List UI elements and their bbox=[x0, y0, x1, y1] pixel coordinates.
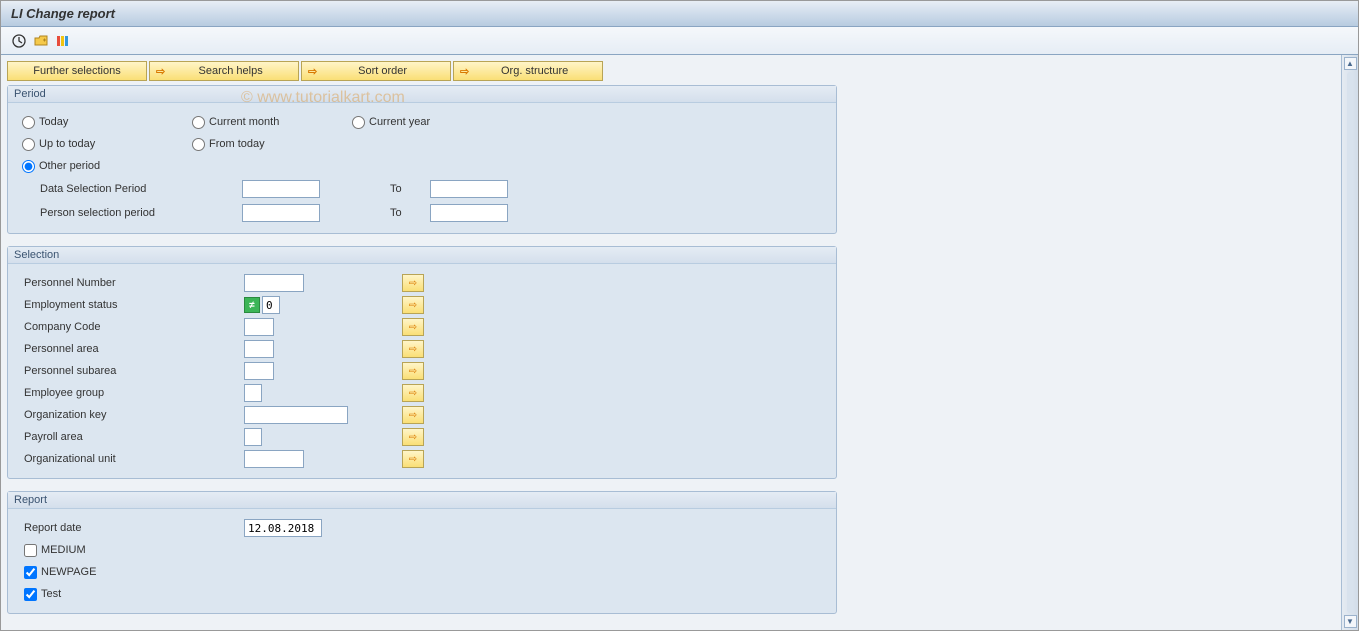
action-button-row: Further selections ⇨ Search helps ⇨ Sort… bbox=[7, 61, 1335, 81]
arrow-right-icon: ⇨ bbox=[409, 454, 417, 465]
content-area: © www.tutorialkart.com Further selection… bbox=[1, 55, 1341, 630]
execute-icon[interactable] bbox=[11, 33, 27, 49]
from-today-label: From today bbox=[209, 138, 265, 150]
newpage-label: NEWPAGE bbox=[41, 566, 96, 578]
arrow-right-icon: ⇨ bbox=[409, 278, 417, 289]
get-variant-icon[interactable] bbox=[33, 33, 49, 49]
title-bar: LI Change report bbox=[1, 1, 1358, 27]
organizational-unit-input[interactable] bbox=[244, 450, 304, 468]
arrow-right-icon: ⇨ bbox=[156, 65, 165, 78]
company-code-label: Company Code bbox=[22, 321, 244, 333]
not-equal-icon[interactable]: ≠ bbox=[244, 297, 260, 313]
data-selection-from-input[interactable] bbox=[242, 180, 320, 198]
from-today-radio[interactable] bbox=[192, 138, 205, 151]
vertical-scrollbar[interactable]: ▲ ▼ bbox=[1341, 55, 1358, 630]
organizational-unit-label: Organizational unit bbox=[22, 453, 244, 465]
button-label: Further selections bbox=[33, 65, 120, 77]
payroll-area-input[interactable] bbox=[244, 428, 262, 446]
up-to-today-radio[interactable] bbox=[22, 138, 35, 151]
multiple-selection-button[interactable]: ⇨ bbox=[402, 384, 424, 402]
scroll-up-button[interactable]: ▲ bbox=[1344, 57, 1357, 70]
to-label: To bbox=[390, 183, 430, 195]
other-period-label: Other period bbox=[39, 160, 100, 172]
multiple-selection-button[interactable]: ⇨ bbox=[402, 428, 424, 446]
arrow-right-icon: ⇨ bbox=[409, 432, 417, 443]
multiple-selection-button[interactable]: ⇨ bbox=[402, 318, 424, 336]
employment-status-label: Employment status bbox=[22, 299, 244, 311]
current-year-radio[interactable] bbox=[352, 116, 365, 129]
button-label: Search helps bbox=[169, 65, 292, 77]
current-year-label: Current year bbox=[369, 116, 430, 128]
scroll-track[interactable] bbox=[1347, 72, 1353, 613]
arrow-right-icon: ⇨ bbox=[409, 344, 417, 355]
multiple-selection-button[interactable]: ⇨ bbox=[402, 274, 424, 292]
report-date-label: Report date bbox=[22, 522, 244, 534]
employment-status-input[interactable] bbox=[262, 296, 280, 314]
payroll-area-label: Payroll area bbox=[22, 431, 244, 443]
page-title: LI Change report bbox=[11, 6, 115, 21]
personnel-subarea-input[interactable] bbox=[244, 362, 274, 380]
company-code-input[interactable] bbox=[244, 318, 274, 336]
search-helps-button[interactable]: ⇨ Search helps bbox=[149, 61, 299, 81]
period-group: Period Today Current month Current year bbox=[7, 85, 837, 234]
arrow-right-icon: ⇨ bbox=[409, 366, 417, 377]
scroll-down-button[interactable]: ▼ bbox=[1344, 615, 1357, 628]
report-date-input[interactable] bbox=[244, 519, 322, 537]
person-selection-label: Person selection period bbox=[22, 207, 242, 219]
data-selection-to-input[interactable] bbox=[430, 180, 508, 198]
app-toolbar bbox=[1, 27, 1358, 55]
selection-options-icon[interactable] bbox=[55, 33, 71, 49]
sort-order-button[interactable]: ⇨ Sort order bbox=[301, 61, 451, 81]
further-selections-button[interactable]: Further selections bbox=[7, 61, 147, 81]
arrow-right-icon: ⇨ bbox=[460, 65, 469, 78]
employee-group-input[interactable] bbox=[244, 384, 262, 402]
multiple-selection-button[interactable]: ⇨ bbox=[402, 340, 424, 358]
organization-key-label: Organization key bbox=[22, 409, 244, 421]
person-selection-from-input[interactable] bbox=[242, 204, 320, 222]
current-month-radio[interactable] bbox=[192, 116, 205, 129]
multiple-selection-button[interactable]: ⇨ bbox=[402, 406, 424, 424]
button-label: Sort order bbox=[321, 65, 444, 77]
personnel-number-label: Personnel Number bbox=[22, 277, 244, 289]
personnel-subarea-label: Personnel subarea bbox=[22, 365, 244, 377]
group-title: Report bbox=[8, 492, 836, 509]
organization-key-input[interactable] bbox=[244, 406, 348, 424]
other-period-radio[interactable] bbox=[22, 160, 35, 173]
arrow-right-icon: ⇨ bbox=[409, 388, 417, 399]
to-label: To bbox=[390, 207, 430, 219]
multiple-selection-button[interactable]: ⇨ bbox=[402, 362, 424, 380]
group-title: Period bbox=[8, 86, 836, 103]
today-label: Today bbox=[39, 116, 68, 128]
personnel-area-label: Personnel area bbox=[22, 343, 244, 355]
newpage-checkbox[interactable] bbox=[24, 566, 37, 579]
medium-checkbox[interactable] bbox=[24, 544, 37, 557]
group-title: Selection bbox=[8, 247, 836, 264]
up-to-today-label: Up to today bbox=[39, 138, 95, 150]
test-label: Test bbox=[41, 588, 61, 600]
today-radio[interactable] bbox=[22, 116, 35, 129]
employee-group-label: Employee group bbox=[22, 387, 244, 399]
selection-group: Selection Personnel Number ⇨ Employment … bbox=[7, 246, 837, 479]
medium-label: MEDIUM bbox=[41, 544, 86, 556]
report-group: Report Report date MEDIUM NEWPAGE Test bbox=[7, 491, 837, 614]
arrow-right-icon: ⇨ bbox=[409, 300, 417, 311]
data-selection-label: Data Selection Period bbox=[22, 183, 242, 195]
person-selection-to-input[interactable] bbox=[430, 204, 508, 222]
arrow-right-icon: ⇨ bbox=[308, 65, 317, 78]
current-month-label: Current month bbox=[209, 116, 279, 128]
multiple-selection-button[interactable]: ⇨ bbox=[402, 450, 424, 468]
multiple-selection-button[interactable]: ⇨ bbox=[402, 296, 424, 314]
personnel-area-input[interactable] bbox=[244, 340, 274, 358]
personnel-number-input[interactable] bbox=[244, 274, 304, 292]
org-structure-button[interactable]: ⇨ Org. structure bbox=[453, 61, 603, 81]
button-label: Org. structure bbox=[473, 65, 596, 77]
arrow-right-icon: ⇨ bbox=[409, 410, 417, 421]
test-checkbox[interactable] bbox=[24, 588, 37, 601]
arrow-right-icon: ⇨ bbox=[409, 322, 417, 333]
